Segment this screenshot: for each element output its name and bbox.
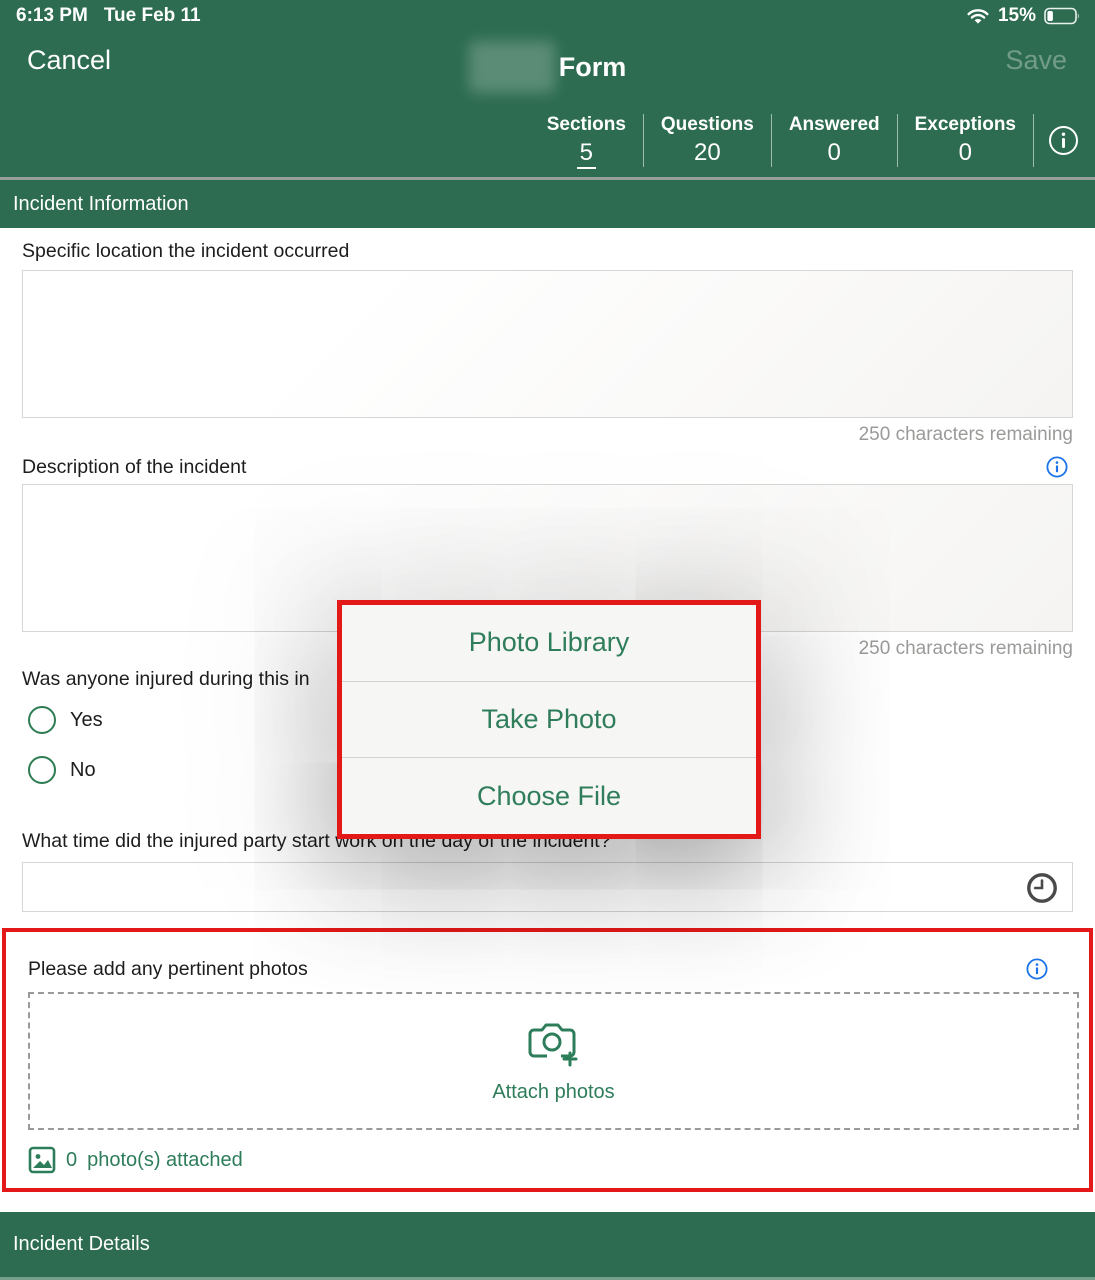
stat-exceptions-label: Exceptions	[914, 114, 1016, 135]
redacted-title-blur	[468, 41, 555, 93]
section-header-incident-information: Incident Information	[0, 180, 1095, 228]
photos-question-annotated-region: Please add any pertinent photos Attach p…	[2, 928, 1093, 1192]
info-circle-icon	[1049, 126, 1078, 155]
photo-count-value: 0	[66, 1148, 78, 1171]
stat-sections-value[interactable]: 5	[576, 139, 596, 169]
question-photos-row: Please add any pertinent photos	[6, 958, 1071, 980]
question-description-row: Description of the incident	[0, 456, 1095, 478]
nav-row: Cancel Form Save	[0, 37, 1095, 93]
photo-source-action-sheet: Photo Library Take Photo Choose File	[337, 600, 761, 839]
stat-sections[interactable]: Sections 5	[530, 114, 644, 169]
time-input[interactable]	[22, 862, 1073, 912]
battery-percent: 15%	[997, 5, 1036, 26]
radio-no-icon[interactable]	[28, 756, 56, 784]
location-textarea[interactable]	[22, 270, 1073, 418]
page-title: Form	[0, 41, 1095, 93]
image-icon	[28, 1146, 56, 1174]
stat-answered: Answered 0	[772, 114, 898, 167]
photos-info-icon[interactable]	[1026, 958, 1048, 980]
radio-no-label: No	[70, 758, 96, 781]
action-take-photo[interactable]: Take Photo	[342, 680, 756, 758]
status-date: Tue Feb 11	[103, 5, 201, 26]
stat-questions: Questions 20	[644, 114, 772, 167]
page-title-text: Form	[558, 51, 627, 82]
photo-count-row: 0 photo(s) attached	[28, 1146, 1071, 1174]
attach-photos-dropzone[interactable]: Attach photos	[28, 992, 1079, 1130]
status-time: 6:13 PM	[16, 5, 88, 26]
header-info-button[interactable]	[1034, 114, 1085, 167]
question-photos-label: Please add any pertinent photos	[28, 958, 308, 980]
camera-plus-icon	[528, 1023, 577, 1066]
section-title-bottom: Incident Details	[13, 1233, 150, 1255]
question-description-label: Description of the incident	[22, 456, 247, 478]
action-choose-file[interactable]: Choose File	[342, 757, 756, 834]
radio-yes-label: Yes	[70, 708, 103, 731]
wifi-icon	[967, 9, 989, 24]
status-bar: 6:13 PM Tue Feb 11 15%	[0, 0, 1095, 27]
status-right: 15%	[966, 5, 1081, 27]
stat-answered-label: Answered	[788, 114, 880, 135]
section-header-incident-details: Incident Details	[0, 1212, 1095, 1280]
photo-count-suffix: photo(s) attached	[87, 1148, 243, 1171]
save-button[interactable]: Save	[1005, 45, 1067, 76]
stat-questions-value: 20	[694, 139, 721, 166]
description-info-icon[interactable]	[1046, 456, 1068, 478]
stat-sections-label: Sections	[546, 114, 626, 135]
battery-icon	[1044, 7, 1079, 25]
stat-exceptions: Exceptions 0	[898, 114, 1034, 167]
section-title: Incident Information	[13, 192, 189, 215]
radio-yes-icon[interactable]	[28, 706, 56, 734]
form-stats: Sections 5 Questions 20 Answered 0 Excep…	[530, 114, 1085, 169]
attach-photos-label: Attach photos	[492, 1080, 615, 1103]
stat-answered-value: 0	[827, 139, 841, 166]
location-char-count: 250 characters remaining	[858, 424, 1073, 445]
stat-questions-label: Questions	[660, 114, 754, 135]
status-left: 6:13 PM Tue Feb 11	[16, 5, 201, 27]
stat-exceptions-value: 0	[958, 139, 972, 166]
action-photo-library[interactable]: Photo Library	[342, 605, 756, 681]
clock-icon[interactable]	[1025, 871, 1059, 905]
app-header: 6:13 PM Tue Feb 11 15% Cancel Form Save	[0, 0, 1095, 177]
question-location-label: Specific location the incident occurred	[22, 240, 350, 262]
